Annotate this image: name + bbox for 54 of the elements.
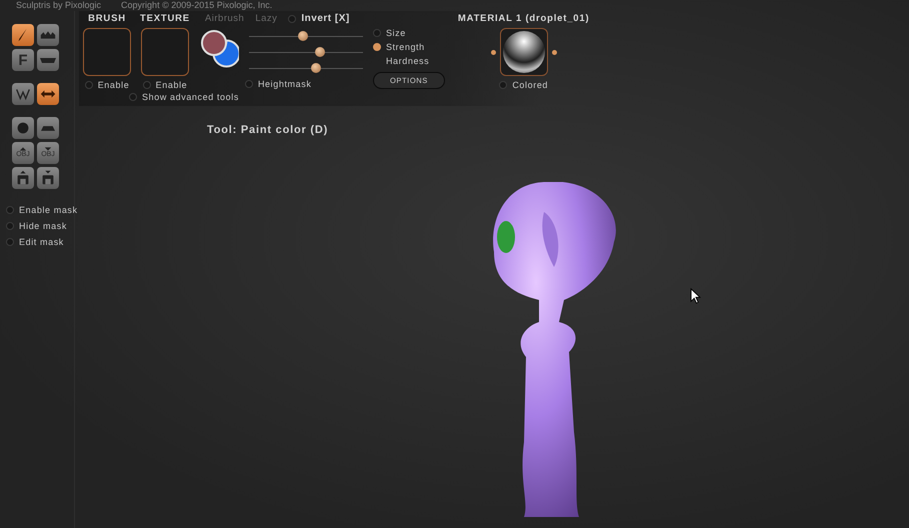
invert-label[interactable]: Invert [X] bbox=[301, 13, 350, 24]
slider-thumb[interactable] bbox=[311, 63, 322, 73]
toggle-label[interactable]: Hide mask bbox=[19, 221, 67, 231]
toggle-dot[interactable] bbox=[84, 81, 93, 89]
down-triangle-icon bbox=[44, 147, 52, 151]
toggle-label[interactable]: Colored bbox=[512, 80, 548, 90]
copyright-text: Copyright © 2009-2015 Pixologic, Inc. bbox=[121, 0, 272, 11]
toggle-dot[interactable] bbox=[6, 206, 14, 214]
tool-button[interactable] bbox=[37, 167, 59, 189]
mouse-cursor-icon bbox=[690, 288, 701, 304]
toggle-label[interactable]: Enable mask bbox=[19, 205, 78, 215]
tool-button[interactable] bbox=[37, 117, 59, 139]
texture-slot[interactable] bbox=[140, 28, 189, 76]
plane-icon bbox=[41, 126, 55, 130]
app-title: Sculptris by Pixologic bbox=[16, 0, 102, 11]
arrow-dot-icon[interactable] bbox=[490, 50, 496, 54]
toggle-dot[interactable] bbox=[288, 14, 296, 22]
radio-dot[interactable] bbox=[372, 29, 381, 37]
toggle-label[interactable]: Show advanced tools bbox=[142, 92, 239, 102]
tool-button[interactable] bbox=[37, 24, 59, 46]
up-triangle-icon bbox=[19, 147, 27, 151]
toggle-label[interactable]: Heightmask bbox=[258, 79, 312, 89]
toggle-label[interactable]: Enable bbox=[156, 80, 188, 90]
toggle-dot[interactable] bbox=[6, 222, 14, 230]
tool-status-text: Tool: Paint color (D) bbox=[207, 124, 330, 136]
tool-button[interactable] bbox=[12, 167, 34, 189]
tool-button[interactable] bbox=[12, 83, 34, 105]
brush-heading: BRUSH bbox=[88, 13, 126, 24]
radio-dot[interactable] bbox=[372, 43, 381, 51]
tool-button[interactable] bbox=[37, 49, 59, 71]
slider-thumb[interactable] bbox=[298, 31, 308, 41]
color-swatch[interactable] bbox=[200, 30, 227, 56]
material-heading: MATERIAL 1 (droplet_01) bbox=[458, 13, 590, 24]
color-swatch[interactable] bbox=[212, 40, 239, 68]
brush-slot[interactable] bbox=[83, 28, 131, 76]
toggle-dot[interactable] bbox=[129, 93, 137, 101]
toggle-dot[interactable] bbox=[142, 81, 151, 89]
slider-thumb[interactable] bbox=[314, 47, 325, 57]
toggle-dot[interactable] bbox=[499, 81, 508, 89]
flatten-icon bbox=[40, 58, 56, 62]
material-preview[interactable] bbox=[500, 28, 548, 76]
tool-button[interactable] bbox=[37, 83, 59, 105]
tool-button[interactable] bbox=[12, 24, 34, 46]
tool-button[interactable] bbox=[12, 117, 34, 139]
toggle-dot[interactable] bbox=[244, 80, 253, 88]
texture-heading: TEXTURE bbox=[140, 13, 190, 24]
slider-label: Hardness bbox=[386, 56, 430, 66]
slider-label: Size bbox=[386, 28, 406, 38]
slider-label: Strength bbox=[386, 42, 425, 52]
chrome-sphere-drawing bbox=[502, 31, 545, 73]
arrow-dot-icon[interactable] bbox=[552, 50, 557, 54]
toggle-label[interactable]: Enable bbox=[98, 80, 130, 90]
toggle-label[interactable]: Edit mask bbox=[19, 237, 64, 247]
toggle-dot[interactable] bbox=[6, 238, 14, 246]
